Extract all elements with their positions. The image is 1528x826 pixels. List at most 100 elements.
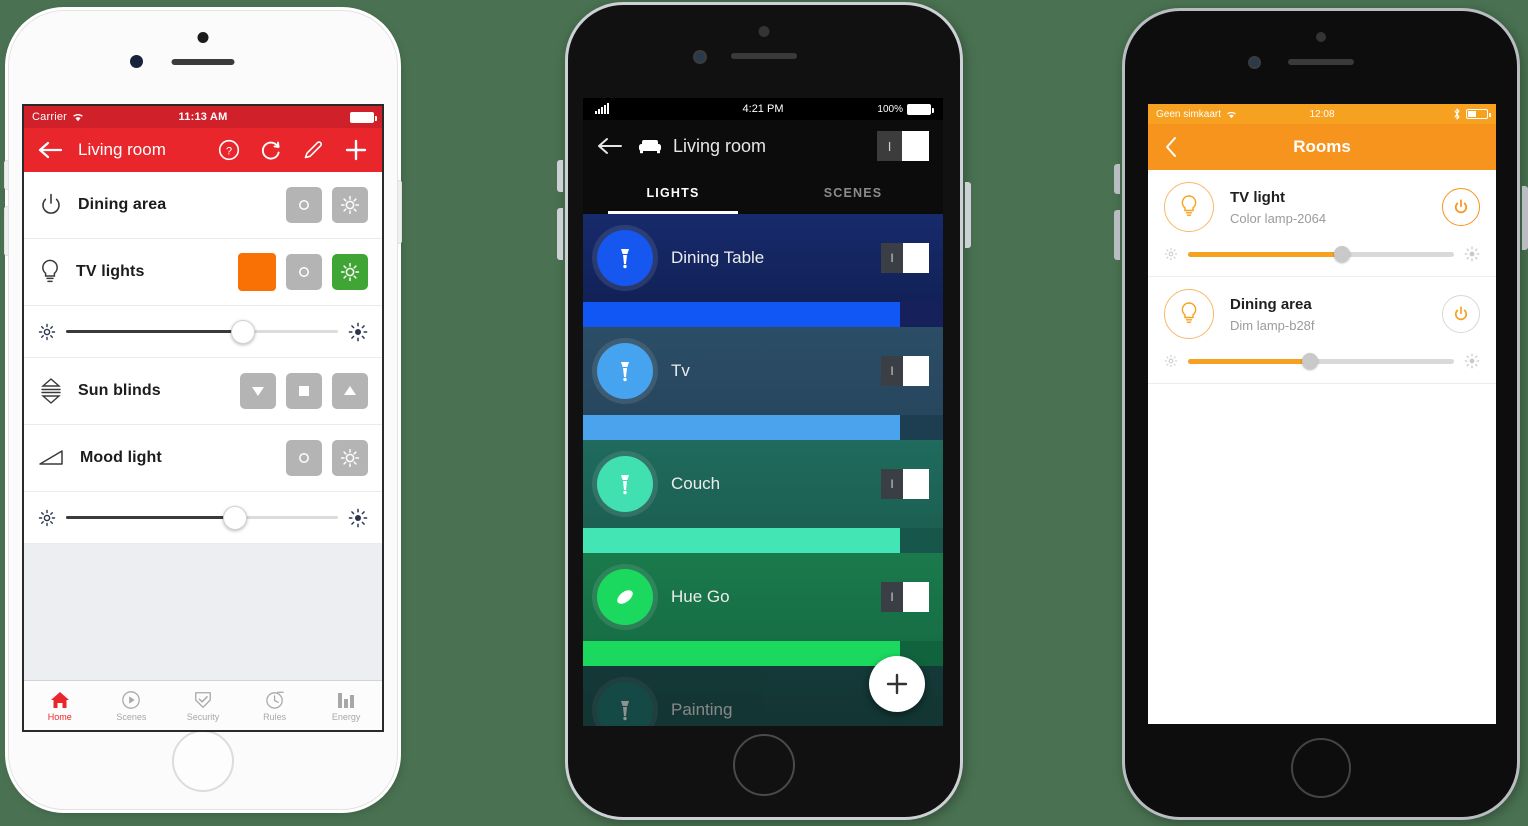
brightness-slider-mood-light[interactable] (24, 492, 382, 544)
add-light-fab[interactable] (869, 656, 925, 712)
brightness-slider[interactable] (1164, 246, 1480, 262)
brightness-bar[interactable] (583, 415, 943, 440)
phone-2-mute-switch[interactable] (557, 160, 563, 192)
slider-track[interactable] (1188, 353, 1454, 369)
slider-track[interactable] (66, 319, 338, 344)
refresh-icon[interactable] (260, 139, 282, 161)
brightness-bar[interactable] (583, 528, 943, 553)
slider-track[interactable] (1188, 246, 1454, 262)
light-name: TV light (1230, 188, 1285, 206)
phone-3-screen: Geen simkaart 12:08 Rooms TV light Color… (1148, 104, 1496, 724)
phone-1-tab-bar: Home Scenes Security Rules Energy (24, 680, 382, 730)
toggle-knob[interactable] (903, 582, 929, 612)
light-row-text: TV light Color lamp-2064 (1230, 189, 1326, 226)
phone-1-screen: Carrier 11:13 AM Living room ? Dining ar… (22, 104, 384, 732)
phone-2-volume-buttons[interactable] (557, 208, 563, 260)
help-circle-icon[interactable]: ? (218, 139, 240, 161)
page-title: Living room (78, 140, 166, 159)
brightness-bar-fill (583, 528, 900, 553)
nav-actions: ? (218, 138, 368, 162)
toggle-knob[interactable] (903, 469, 929, 499)
light-row[interactable]: TV light Color lamp-2064 (1148, 170, 1496, 277)
phone-3-home-button[interactable] (1291, 738, 1351, 798)
on-button[interactable] (332, 440, 368, 476)
phone-1-home-button[interactable] (172, 730, 234, 792)
device-row-sun-blinds[interactable]: Sun blinds (24, 358, 382, 425)
brightness-slider[interactable] (1164, 353, 1480, 369)
slider-track[interactable] (66, 505, 338, 530)
phone-3-proximity-sensor (1248, 56, 1261, 69)
status-time: 4:21 PM (742, 103, 784, 115)
phone-3-power-button[interactable] (1522, 186, 1528, 250)
battery-half-icon (1466, 109, 1491, 119)
back-arrow-icon[interactable] (597, 137, 623, 155)
phone-2-power-button[interactable] (965, 182, 971, 248)
device-controls (286, 187, 368, 223)
device-row-mood-light[interactable]: Mood light (24, 425, 382, 492)
brightness-bar[interactable] (583, 302, 943, 327)
spotlight-icon[interactable] (597, 456, 653, 512)
brightness-high-icon (1464, 246, 1480, 262)
slider-knob[interactable] (1334, 246, 1351, 262)
device-row-dining-area[interactable]: Dining area (24, 172, 382, 239)
rooms-light-list: TV light Color lamp-2064 Dining area Dim la… (1148, 170, 1496, 384)
light-toggle[interactable]: I (881, 243, 929, 273)
light-toggle[interactable]: I (881, 582, 929, 612)
on-button[interactable] (332, 254, 368, 290)
phone-3-volume-buttons[interactable] (1114, 210, 1120, 260)
back-arrow-icon[interactable] (38, 141, 62, 159)
tab-energy[interactable]: Energy (310, 690, 382, 722)
phone-1-power-button[interactable] (397, 180, 402, 244)
phone-1-mute-switch[interactable] (4, 160, 9, 190)
home-icon (49, 690, 71, 710)
off-button[interactable] (286, 254, 322, 290)
device-row-tv-lights[interactable]: TV lights (24, 239, 382, 306)
light-toggle[interactable]: I (881, 469, 929, 499)
room-power-toggle[interactable]: I (877, 131, 929, 161)
blinds-up-button[interactable] (332, 373, 368, 409)
spotlight-icon[interactable] (597, 230, 653, 286)
phone-1-volume-buttons[interactable] (4, 206, 9, 256)
pencil-icon[interactable] (302, 139, 324, 161)
on-button[interactable] (332, 187, 368, 223)
light-name: Dining area (1230, 295, 1312, 313)
slider-knob[interactable] (230, 319, 255, 344)
tab-home[interactable]: Home (24, 690, 96, 722)
phone-2-proximity-sensor (693, 50, 707, 64)
tab-lights[interactable]: LIGHTS (583, 172, 763, 214)
tab-scenes[interactable]: Scenes (96, 690, 168, 722)
slider-knob[interactable] (222, 505, 247, 530)
phone-3-mute-switch[interactable] (1114, 164, 1120, 194)
light-subtitle: Dim lamp-b28f (1230, 317, 1315, 333)
power-button[interactable] (1442, 188, 1480, 226)
light-row[interactable]: Dining area Dim lamp-b28f (1148, 277, 1496, 384)
light-item[interactable]: Tv I (583, 327, 943, 440)
color-swatch[interactable] (238, 253, 276, 291)
status-time: 12:08 (1309, 108, 1335, 120)
off-button[interactable] (286, 440, 322, 476)
light-item[interactable]: Couch I (583, 440, 943, 553)
toggle-knob[interactable] (903, 243, 929, 273)
spotlight-icon[interactable] (597, 343, 653, 399)
light-item[interactable]: Hue Go I (583, 553, 943, 666)
phone-2-home-button[interactable] (733, 734, 795, 796)
off-button[interactable] (286, 187, 322, 223)
toggle-knob[interactable] (903, 356, 929, 386)
toggle-knob[interactable] (902, 131, 929, 161)
plus-icon[interactable] (344, 138, 368, 162)
tab-scenes[interactable]: SCENES (763, 172, 943, 214)
tab-security[interactable]: Security (167, 690, 239, 722)
bulb-icon (1164, 182, 1214, 232)
tab-rules[interactable]: Rules (239, 690, 311, 722)
slider-knob[interactable] (1302, 353, 1319, 369)
brightness-slider-tv-lights[interactable] (24, 306, 382, 358)
blinds-stop-button[interactable] (286, 373, 322, 409)
power-button[interactable] (1442, 295, 1480, 333)
spotlight-icon[interactable] (597, 682, 653, 726)
hue-go-icon[interactable] (597, 569, 653, 625)
blinds-down-button[interactable] (240, 373, 276, 409)
light-toggle[interactable]: I (881, 356, 929, 386)
bar-chart-icon (335, 690, 357, 710)
device-name: Mood light (80, 449, 162, 466)
light-item[interactable]: Dining Table I (583, 214, 943, 327)
